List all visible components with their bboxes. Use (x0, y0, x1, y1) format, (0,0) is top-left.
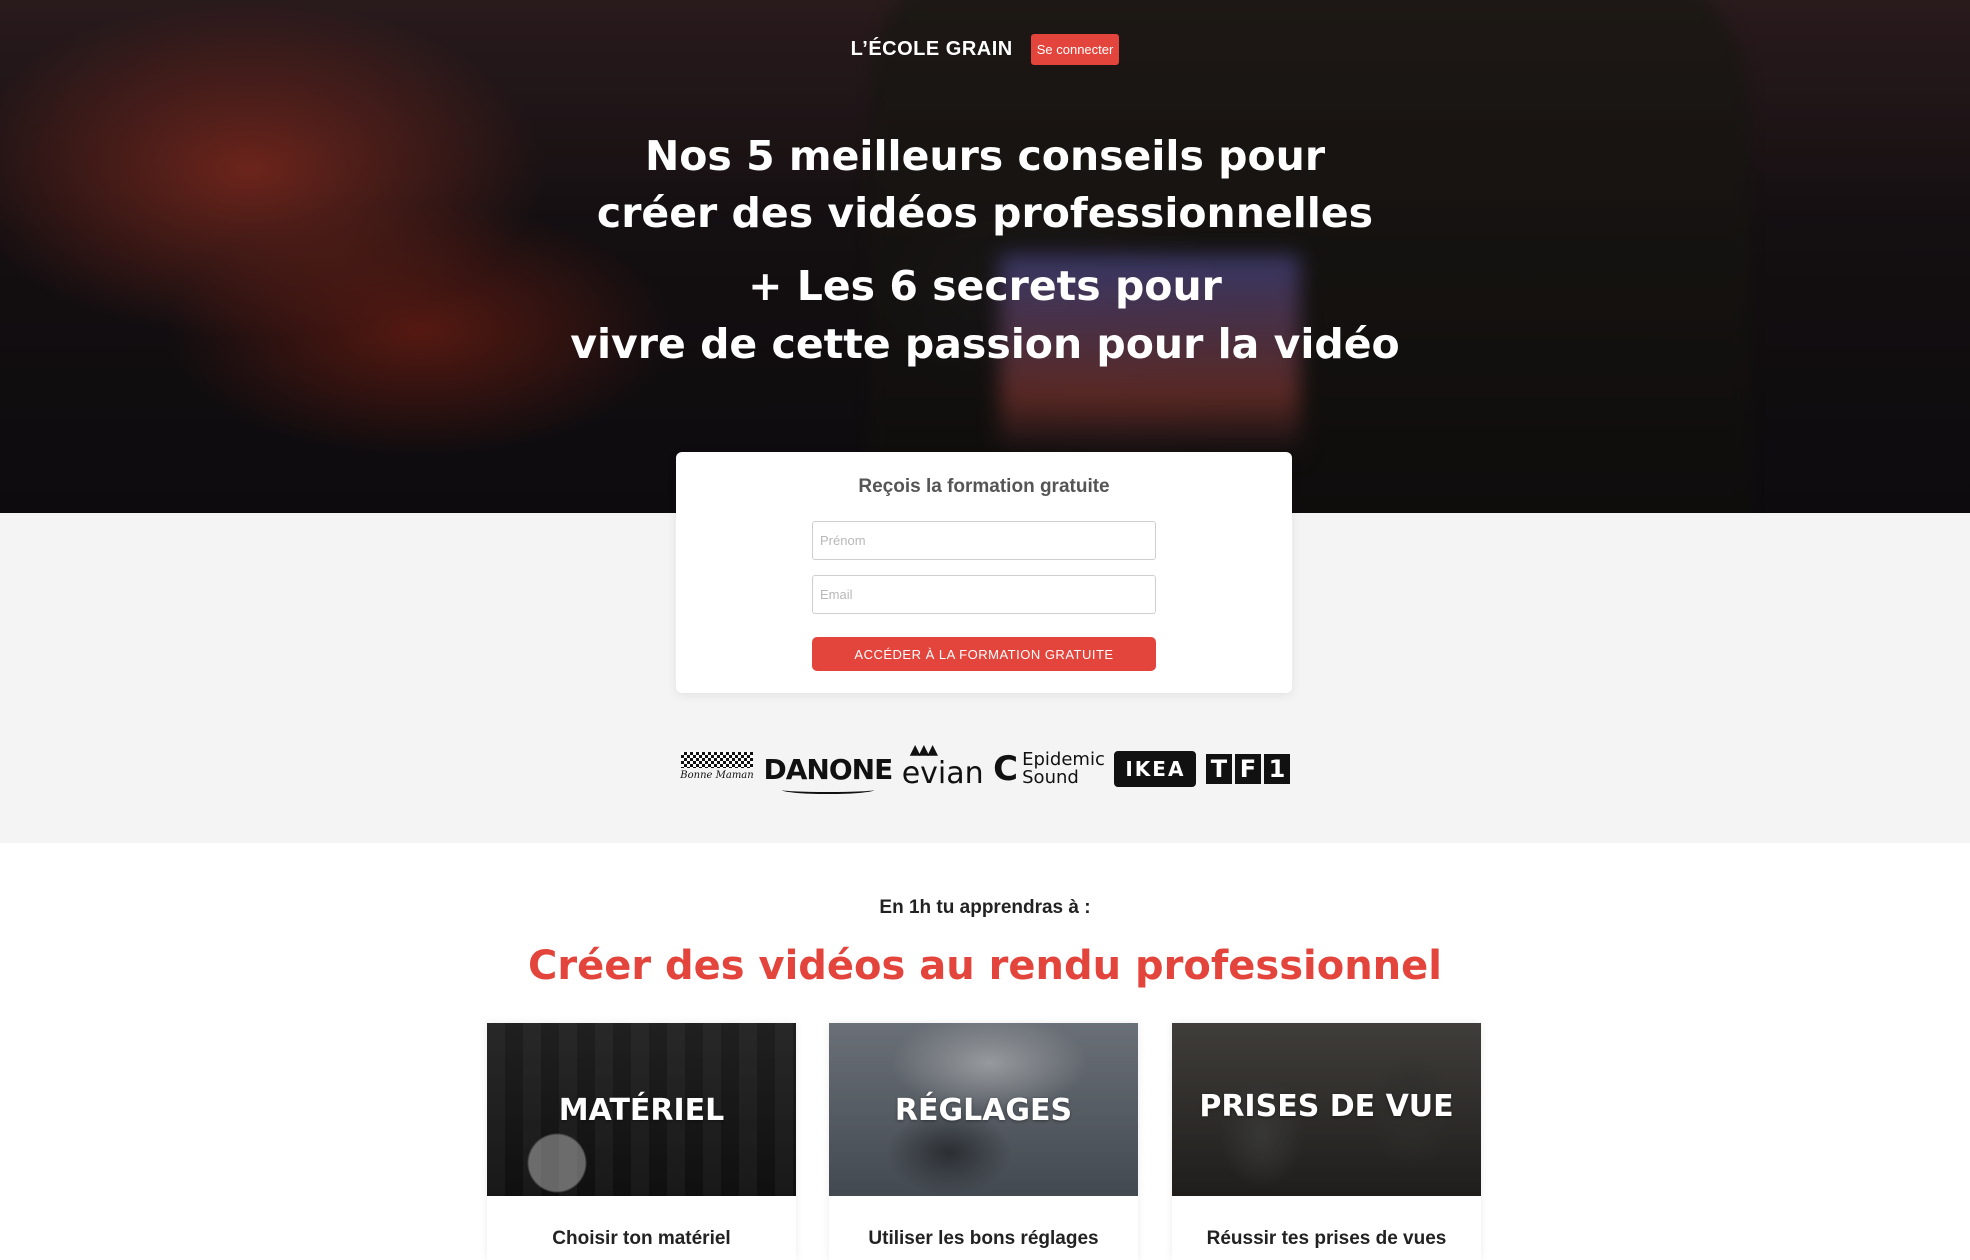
learn-title: Créer des vidéos au rendu professionnel (528, 943, 1442, 989)
hero-overlay (0, 0, 1970, 513)
login-button[interactable]: Se connecter (1030, 34, 1120, 65)
camera-settings-image: RÉGLAGES (829, 1023, 1138, 1196)
feature-caption: Utiliser les bons réglages (868, 1228, 1099, 1249)
client-logos: Bonne Maman DANONE ▲▲▲ evian C Epidemic … (680, 741, 1290, 794)
hero-title-line-1: Nos 5 meilleurs conseils pour (644, 132, 1326, 180)
feature-card-prises-de-vue: PRISES DE VUE Réussir tes prises de vues (1172, 1023, 1481, 1260)
feature-image-label: MATÉRIEL (558, 1093, 725, 1128)
top-bar: L’ÉCOLE GRAIN Se connecter (0, 34, 1970, 65)
signup-card: Reçois la formation gratuite ACCÉDER À L… (676, 452, 1292, 693)
mountain-icon: ▲▲▲ (909, 741, 938, 758)
danone-logo: DANONE (763, 752, 893, 794)
hero-banner: L’ÉCOLE GRAIN Se connecter Nos 5 meilleu… (0, 0, 1970, 513)
feature-image-label: RÉGLAGES (894, 1093, 1073, 1128)
feature-image-label: PRISES DE VUE (1199, 1089, 1454, 1124)
learn-section: En 1h tu apprendras à : Créer des vidéos… (0, 843, 1970, 1260)
hero-subtitle-line-1: + Les 6 secrets pour (748, 262, 1222, 310)
epidemic-mark-icon: C (993, 749, 1019, 789)
feature-card-reglages: RÉGLAGES Utiliser les bons réglages (829, 1023, 1138, 1260)
brand-logo[interactable]: L’ÉCOLE GRAIN (851, 38, 1013, 61)
hero-title-line-2: créer des vidéos professionnelles (596, 189, 1374, 237)
feature-caption: Réussir tes prises de vues (1206, 1228, 1447, 1249)
gear-flatlay-image: MATÉRIEL (487, 1023, 796, 1196)
email-input[interactable] (812, 575, 1156, 614)
access-free-training-button[interactable]: ACCÉDER À LA FORMATION GRATUITE (812, 637, 1156, 671)
first-name-input[interactable] (812, 521, 1156, 560)
signup-card-title: Reçois la formation gratuite (858, 476, 1110, 497)
feature-card-materiel: MATÉRIEL Choisir ton matériel (487, 1023, 796, 1260)
tf1-logo: T F 1 (1205, 754, 1290, 784)
learn-kicker: En 1h tu apprendras à : (879, 897, 1091, 918)
gingham-pattern-icon (681, 752, 753, 768)
hero-subtitle-line-2: vivre de cette passion pour la vidéo (570, 320, 1400, 368)
filming-scene-image: PRISES DE VUE (1172, 1023, 1481, 1196)
feature-caption: Choisir ton matériel (552, 1228, 731, 1249)
bonne-maman-logo: Bonne Maman (680, 752, 754, 786)
evian-logo: ▲▲▲ evian (901, 741, 984, 791)
epidemic-sound-logo: C Epidemic Sound (993, 749, 1105, 789)
ikea-logo: IKEA (1114, 751, 1197, 787)
